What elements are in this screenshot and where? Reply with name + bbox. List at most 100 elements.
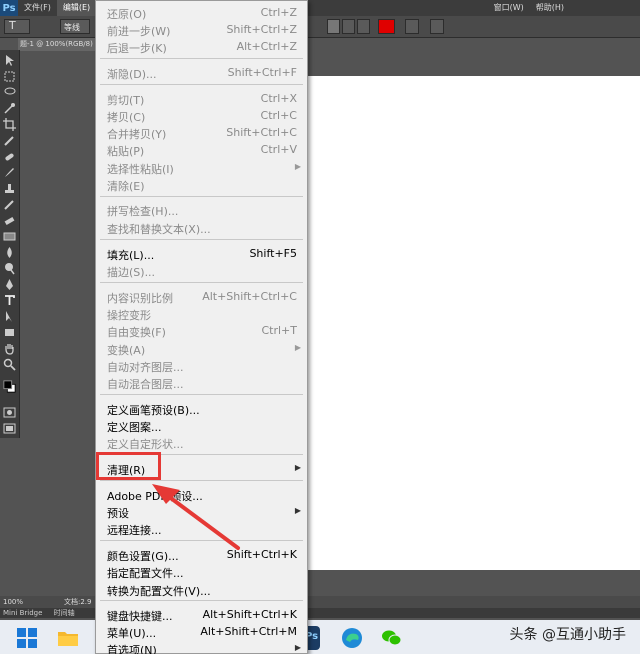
menu-item-auto-blend-layers[interactable]: 自动混合图层... [96, 374, 307, 391]
dodge-tool-icon[interactable] [3, 262, 16, 275]
pen-tool-icon[interactable] [3, 278, 16, 291]
character-panel-button[interactable] [430, 19, 444, 34]
move-tool-icon[interactable] [3, 54, 16, 67]
menu-item-clear[interactable]: 清除(E) [96, 176, 307, 193]
font-family-value: 等线 [64, 23, 80, 32]
menu-separator [100, 480, 303, 481]
menu-item-preferences[interactable]: 首选项(N) ▶ [96, 640, 307, 654]
history-brush-icon[interactable] [3, 198, 16, 211]
menu-item-label: 后退一步(K) [107, 42, 167, 55]
menu-item-undo[interactable]: 还原(O) Ctrl+Z [96, 4, 307, 21]
stamp-tool-icon[interactable] [3, 182, 16, 195]
menu-item-spell-check[interactable]: 拼写检查(H)... [96, 201, 307, 218]
quick-mask-icon[interactable] [3, 406, 16, 419]
marquee-tool-icon[interactable] [3, 70, 16, 83]
menu-item-label: 填充(L)... [107, 249, 155, 262]
shape-tool-icon[interactable] [3, 326, 16, 339]
document-info: 文档:2.9 [64, 598, 92, 606]
menu-file[interactable]: 文件(F) [18, 0, 57, 16]
menu-item-step-backward[interactable]: 后退一步(K) Alt+Ctrl+Z [96, 38, 307, 55]
menu-item-fade[interactable]: 渐隐(D)... Shift+Ctrl+F [96, 64, 307, 81]
gradient-tool-icon[interactable] [3, 230, 16, 243]
menu-item-remote-connections[interactable]: 远程连接... [96, 520, 307, 537]
warp-text-button[interactable] [405, 19, 419, 34]
file-explorer-icon[interactable] [56, 626, 80, 650]
menu-separator [100, 600, 303, 601]
menu-item-label: 查找和替换文本(X)... [107, 223, 211, 236]
shortcut-label: Shift+Ctrl+K [226, 548, 297, 561]
menu-item-paste-special[interactable]: 选择性粘贴(I) ▶ [96, 159, 307, 176]
menu-item-stroke[interactable]: 描边(S)... [96, 262, 307, 279]
document-canvas[interactable] [308, 76, 640, 570]
menu-edit[interactable]: 编辑(E) [56, 0, 97, 16]
menu-window[interactable]: 窗口(W) [488, 0, 530, 16]
menu-item-keyboard-shortcuts[interactable]: 键盘快捷键... Alt+Shift+Ctrl+K [96, 606, 307, 623]
menu-item-transform[interactable]: 变换(A) ▶ [96, 340, 307, 357]
menu-item-copy-merged[interactable]: 合并拷贝(Y) Shift+Ctrl+C [96, 124, 307, 141]
align-right-button[interactable] [357, 19, 370, 34]
menu-item-adobe-pdf-presets[interactable]: Adobe PDF 预设... [96, 486, 307, 503]
menu-item-step-forward[interactable]: 前进一步(W) Shift+Ctrl+Z [96, 21, 307, 38]
tab-timeline[interactable]: 时间轴 [54, 609, 75, 617]
eyedropper-icon[interactable] [3, 134, 16, 147]
menu-item-paste[interactable]: 粘贴(P) Ctrl+V [96, 141, 307, 158]
menu-item-define-custom-shape[interactable]: 定义自定形状... [96, 434, 307, 451]
type-tool-icon[interactable] [3, 294, 16, 307]
menu-item-free-transform[interactable]: 自由变换(F) Ctrl+T [96, 322, 307, 339]
menu-item-label: 转换为配置文件(V)... [107, 585, 211, 598]
menu-item-color-settings[interactable]: 颜色设置(G)... Shift+Ctrl+K [96, 546, 307, 563]
magic-wand-icon[interactable] [3, 102, 16, 115]
menu-item-label: 键盘快捷键... [107, 610, 173, 623]
menu-item-find-replace[interactable]: 查找和替换文本(X)... [96, 219, 307, 236]
screen-mode-icon[interactable] [3, 422, 16, 435]
shortcut-label: Ctrl+C [260, 109, 297, 122]
menu-item-content-aware-scale[interactable]: 内容识别比例 Alt+Shift+Ctrl+C [96, 288, 307, 305]
document-tab[interactable]: 题-1 @ 100%(RGB/8) [18, 38, 98, 51]
font-family-select[interactable]: 等线 [60, 19, 90, 34]
menu-separator [100, 58, 303, 59]
wechat-icon[interactable] [380, 626, 404, 650]
zoom-level: 100% [3, 598, 24, 606]
menu-item-label: 指定配置文件... [107, 567, 184, 580]
menu-item-label: 首选项(N) [107, 644, 157, 654]
menu-item-label: Adobe PDF 预设... [107, 490, 203, 503]
menu-item-copy[interactable]: 拷贝(C) Ctrl+C [96, 107, 307, 124]
menu-item-auto-align-layers[interactable]: 自动对齐图层... [96, 357, 307, 374]
menu-item-convert-to-profile[interactable]: 转换为配置文件(V)... [96, 581, 307, 598]
text-tool-preset[interactable]: T [4, 19, 30, 34]
path-selection-icon[interactable] [3, 310, 16, 323]
brush-tool-icon[interactable] [3, 166, 16, 179]
text-color-swatch[interactable] [378, 19, 395, 34]
menu-item-assign-profile[interactable]: 指定配置文件... [96, 563, 307, 580]
menu-item-label: 定义画笔预设(B)... [107, 404, 200, 417]
healing-brush-icon[interactable] [3, 150, 16, 163]
photoshop-logo-icon: Ps [0, 0, 18, 16]
toolbox [0, 50, 20, 438]
align-left-button[interactable] [327, 19, 340, 34]
menu-item-puppet-warp[interactable]: 操控变形 [96, 305, 307, 322]
menu-item-label: 远程连接... [107, 524, 162, 537]
blur-tool-icon[interactable] [3, 246, 16, 259]
menu-item-label: 粘贴(P) [107, 145, 145, 158]
menu-item-presets[interactable]: 预设 ▶ [96, 503, 307, 520]
menu-item-label: 内容识别比例 [107, 292, 173, 305]
menu-item-menus[interactable]: 菜单(U)... Alt+Shift+Ctrl+M [96, 623, 307, 640]
menu-item-define-pattern[interactable]: 定义图案... [96, 417, 307, 434]
menu-item-label: 自动混合图层... [107, 378, 184, 391]
shortcut-label: Ctrl+Z [260, 6, 297, 19]
eraser-icon[interactable] [3, 214, 16, 227]
lasso-tool-icon[interactable] [3, 86, 16, 99]
menu-item-fill[interactable]: 填充(L)... Shift+F5 [96, 245, 307, 262]
color-swatches-icon[interactable] [3, 380, 18, 395]
align-center-button[interactable] [342, 19, 355, 34]
edge-browser-icon[interactable] [340, 626, 364, 650]
windows-start-icon[interactable] [15, 626, 39, 650]
submenu-arrow-icon: ▶ [294, 463, 301, 472]
menu-item-cut[interactable]: 剪切(T) Ctrl+X [96, 90, 307, 107]
menu-item-define-brush[interactable]: 定义画笔预设(B)... [96, 400, 307, 417]
zoom-tool-icon[interactable] [3, 358, 16, 371]
menu-help[interactable]: 帮助(H) [530, 0, 570, 16]
crop-tool-icon[interactable] [3, 118, 16, 131]
hand-tool-icon[interactable] [3, 342, 16, 355]
tab-mini-bridge[interactable]: Mini Bridge [3, 609, 42, 617]
